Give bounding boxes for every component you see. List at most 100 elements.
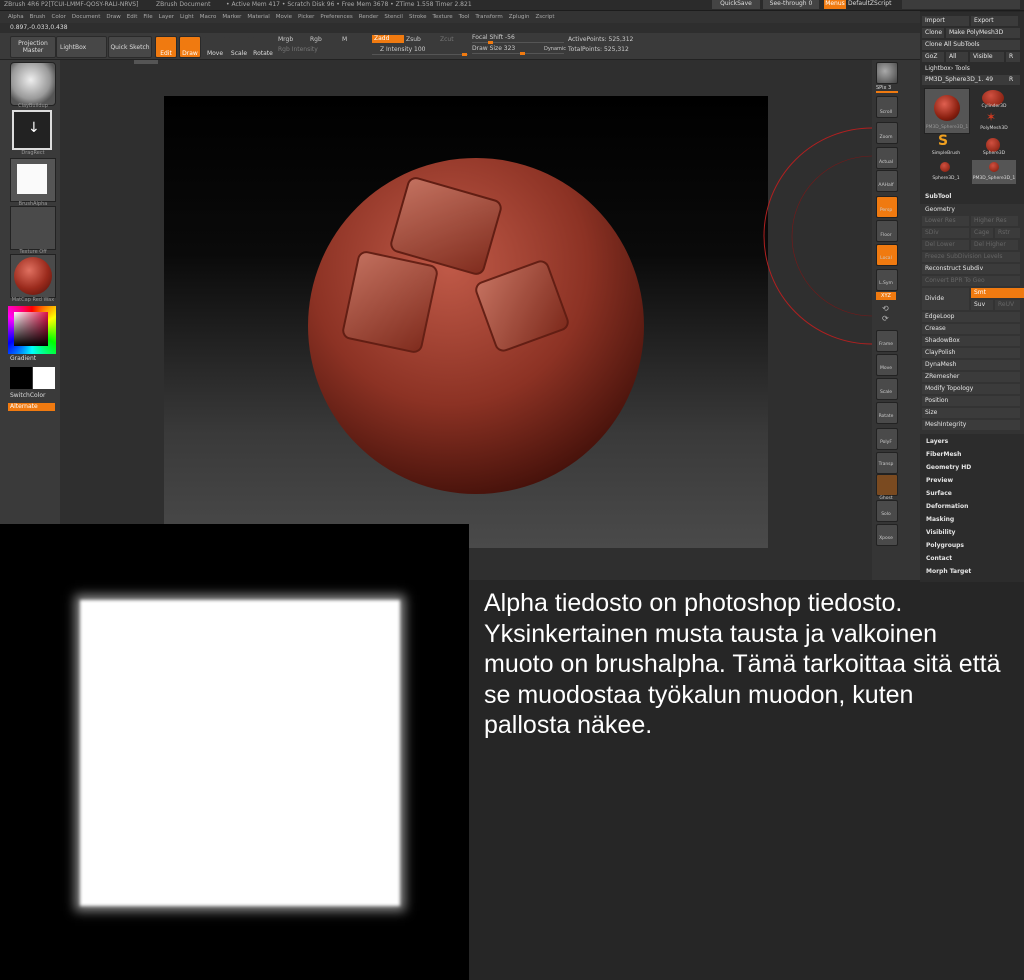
see-through-slider[interactable]: See-through 0 xyxy=(763,0,819,9)
xyz-symmetry-button[interactable]: XYZ xyxy=(876,292,896,300)
color-saturation-square[interactable] xyxy=(14,312,48,346)
menu-item-stroke[interactable]: Stroke xyxy=(409,13,427,23)
section-geometry-hd[interactable]: Geometry HD xyxy=(926,464,971,471)
smt-toggle[interactable]: Smt xyxy=(971,288,1024,298)
projection-master-button[interactable]: Projection Master xyxy=(10,36,56,58)
secondary-color-swatch[interactable] xyxy=(33,367,55,389)
move-mode-button[interactable]: Move xyxy=(204,36,226,58)
z-intensity-slider[interactable]: Z Intensity 100 xyxy=(380,46,426,54)
del-higher-button[interactable]: Del Higher xyxy=(971,240,1018,250)
zsub-toggle[interactable]: Zsub xyxy=(406,36,421,44)
geometry-item-claypolish[interactable]: ClayPolish xyxy=(922,348,1020,358)
actual-button[interactable] xyxy=(876,147,898,169)
geometry-item-size[interactable]: Size xyxy=(922,408,1020,418)
window-controls[interactable] xyxy=(902,0,1020,9)
default-zscript-button[interactable]: DefaultZScript xyxy=(848,0,900,9)
switchcolor-button[interactable]: SwitchColor xyxy=(10,392,46,400)
menu-item-render[interactable]: Render xyxy=(359,13,379,23)
goz-button[interactable]: GoZ xyxy=(922,52,944,62)
alternate-button[interactable]: Alternate xyxy=(8,403,55,411)
focal-shift-slider[interactable]: Focal Shift -56 xyxy=(472,34,515,42)
bpr-render-button[interactable] xyxy=(876,62,898,84)
menu-item-macro[interactable]: Macro xyxy=(200,13,217,23)
menu-item-file[interactable]: File xyxy=(143,13,152,23)
rotate-view-button[interactable] xyxy=(876,402,898,424)
menu-item-material[interactable]: Material xyxy=(247,13,269,23)
geometry-item-edgeloop[interactable]: EdgeLoop xyxy=(922,312,1020,322)
geometry-item-dynamesh[interactable]: DynaMesh xyxy=(922,360,1020,370)
section-visibility[interactable]: Visibility xyxy=(926,529,955,536)
material-thumbnail[interactable] xyxy=(10,254,56,298)
zadd-toggle[interactable]: Zadd xyxy=(372,35,404,43)
geometry-item-zremesher[interactable]: ZRemesher xyxy=(922,372,1020,382)
menu-item-marker[interactable]: Marker xyxy=(222,13,241,23)
lightbox-button[interactable]: LightBox xyxy=(56,36,107,58)
draw-mode-button[interactable]: Draw xyxy=(179,36,201,58)
subtool-section[interactable]: SubTool xyxy=(922,192,1020,202)
stroke-thumbnail[interactable]: ↓ xyxy=(12,110,52,150)
gradient-label[interactable]: Gradient xyxy=(10,355,36,363)
rotate-mode-button[interactable]: Rotate xyxy=(252,36,274,58)
menu-item-color[interactable]: Color xyxy=(52,13,66,23)
quick-sketch-button[interactable]: Quick Sketch xyxy=(108,36,152,58)
local-button[interactable] xyxy=(876,244,898,266)
alpha-thumbnail[interactable] xyxy=(10,158,56,202)
suv-toggle[interactable]: Suv xyxy=(971,300,993,310)
sphere3d-icon[interactable] xyxy=(986,138,1000,152)
m-toggle[interactable]: M xyxy=(342,36,347,44)
menu-item-preferences[interactable]: Preferences xyxy=(320,13,352,23)
menu-item-tool[interactable]: Tool xyxy=(459,13,470,23)
current-tool-slider[interactable]: PM3D_Sphere3D_1. 49 xyxy=(922,75,1006,85)
menu-item-zscript[interactable]: Zscript xyxy=(535,13,554,23)
section-layers[interactable]: Layers xyxy=(926,438,948,445)
freeze-subdiv-button[interactable]: Freeze SubDivision Levels xyxy=(922,252,1020,262)
lsym-button[interactable] xyxy=(876,269,898,291)
texture-thumbnail[interactable] xyxy=(10,206,56,250)
focal-shift-handle[interactable] xyxy=(488,41,493,44)
section-fibermesh[interactable]: FiberMesh xyxy=(926,451,961,458)
solo-button[interactable] xyxy=(876,500,898,522)
color-picker[interactable] xyxy=(8,306,56,354)
menu-item-transform[interactable]: Transform xyxy=(475,13,502,23)
section-deformation[interactable]: Deformation xyxy=(926,503,968,510)
menu-item-movie[interactable]: Movie xyxy=(276,13,292,23)
floor-button[interactable] xyxy=(876,220,898,242)
rstr-button[interactable]: Rstr xyxy=(995,228,1020,238)
make-polymesh-button[interactable]: Make PolyMesh3D xyxy=(946,28,1020,38)
del-lower-button[interactable]: Del Lower xyxy=(922,240,969,250)
higher-res-button[interactable]: Higher Res xyxy=(971,216,1018,226)
cage-button[interactable]: Cage xyxy=(971,228,993,238)
lightbox-tools-button[interactable]: Lightbox› Tools xyxy=(922,64,1020,74)
reuv-toggle[interactable]: ReUV xyxy=(995,300,1020,310)
menu-item-zplugin[interactable]: Zplugin xyxy=(509,13,530,23)
section-contact[interactable]: Contact xyxy=(926,555,952,562)
geometry-item-modify-topology[interactable]: Modify Topology xyxy=(922,384,1020,394)
all-button[interactable]: All xyxy=(946,52,968,62)
menu-item-layer[interactable]: Layer xyxy=(159,13,174,23)
import-button[interactable]: Import xyxy=(922,16,969,26)
convert-bpr-button[interactable]: Convert BPR To Geo xyxy=(922,276,1020,286)
tool-thumb-main[interactable]: PM3D_Sphere3D_1 xyxy=(924,88,970,134)
menu-item-document[interactable]: Document xyxy=(72,13,101,23)
rgb-intensity-slider[interactable]: Rgb Intensity xyxy=(278,46,318,54)
tool-thumb-pm3d[interactable]: PM3D_Sphere3D_1 xyxy=(972,160,1016,184)
edit-mode-button[interactable]: Edit xyxy=(155,36,177,58)
frame-button[interactable] xyxy=(876,330,898,352)
menu-item-draw[interactable]: Draw xyxy=(106,13,120,23)
clone-all-subtools-button[interactable]: Clone All SubTools xyxy=(922,40,1020,50)
document-canvas[interactable] xyxy=(164,96,768,548)
section-morph-target[interactable]: Morph Target xyxy=(926,568,971,575)
geometry-item-shadowbox[interactable]: ShadowBox xyxy=(922,336,1020,346)
rotate-z-icon[interactable]: ⟳ xyxy=(882,314,889,323)
menu-item-brush[interactable]: Brush xyxy=(30,13,46,23)
menu-item-light[interactable]: Light xyxy=(180,13,194,23)
scale-view-button[interactable] xyxy=(876,378,898,400)
section-surface[interactable]: Surface xyxy=(926,490,952,497)
clone-button[interactable]: Clone xyxy=(922,28,944,38)
geometry-item-meshintegrity[interactable]: MeshIntegrity xyxy=(922,420,1020,430)
simplebrush-icon[interactable]: S xyxy=(938,134,948,148)
dynamic-toggle[interactable]: Dynamic xyxy=(544,45,566,53)
zoom-button[interactable] xyxy=(876,122,898,144)
menu-item-picker[interactable]: Picker xyxy=(298,13,314,23)
quicksave-button[interactable]: QuickSave xyxy=(712,0,760,9)
